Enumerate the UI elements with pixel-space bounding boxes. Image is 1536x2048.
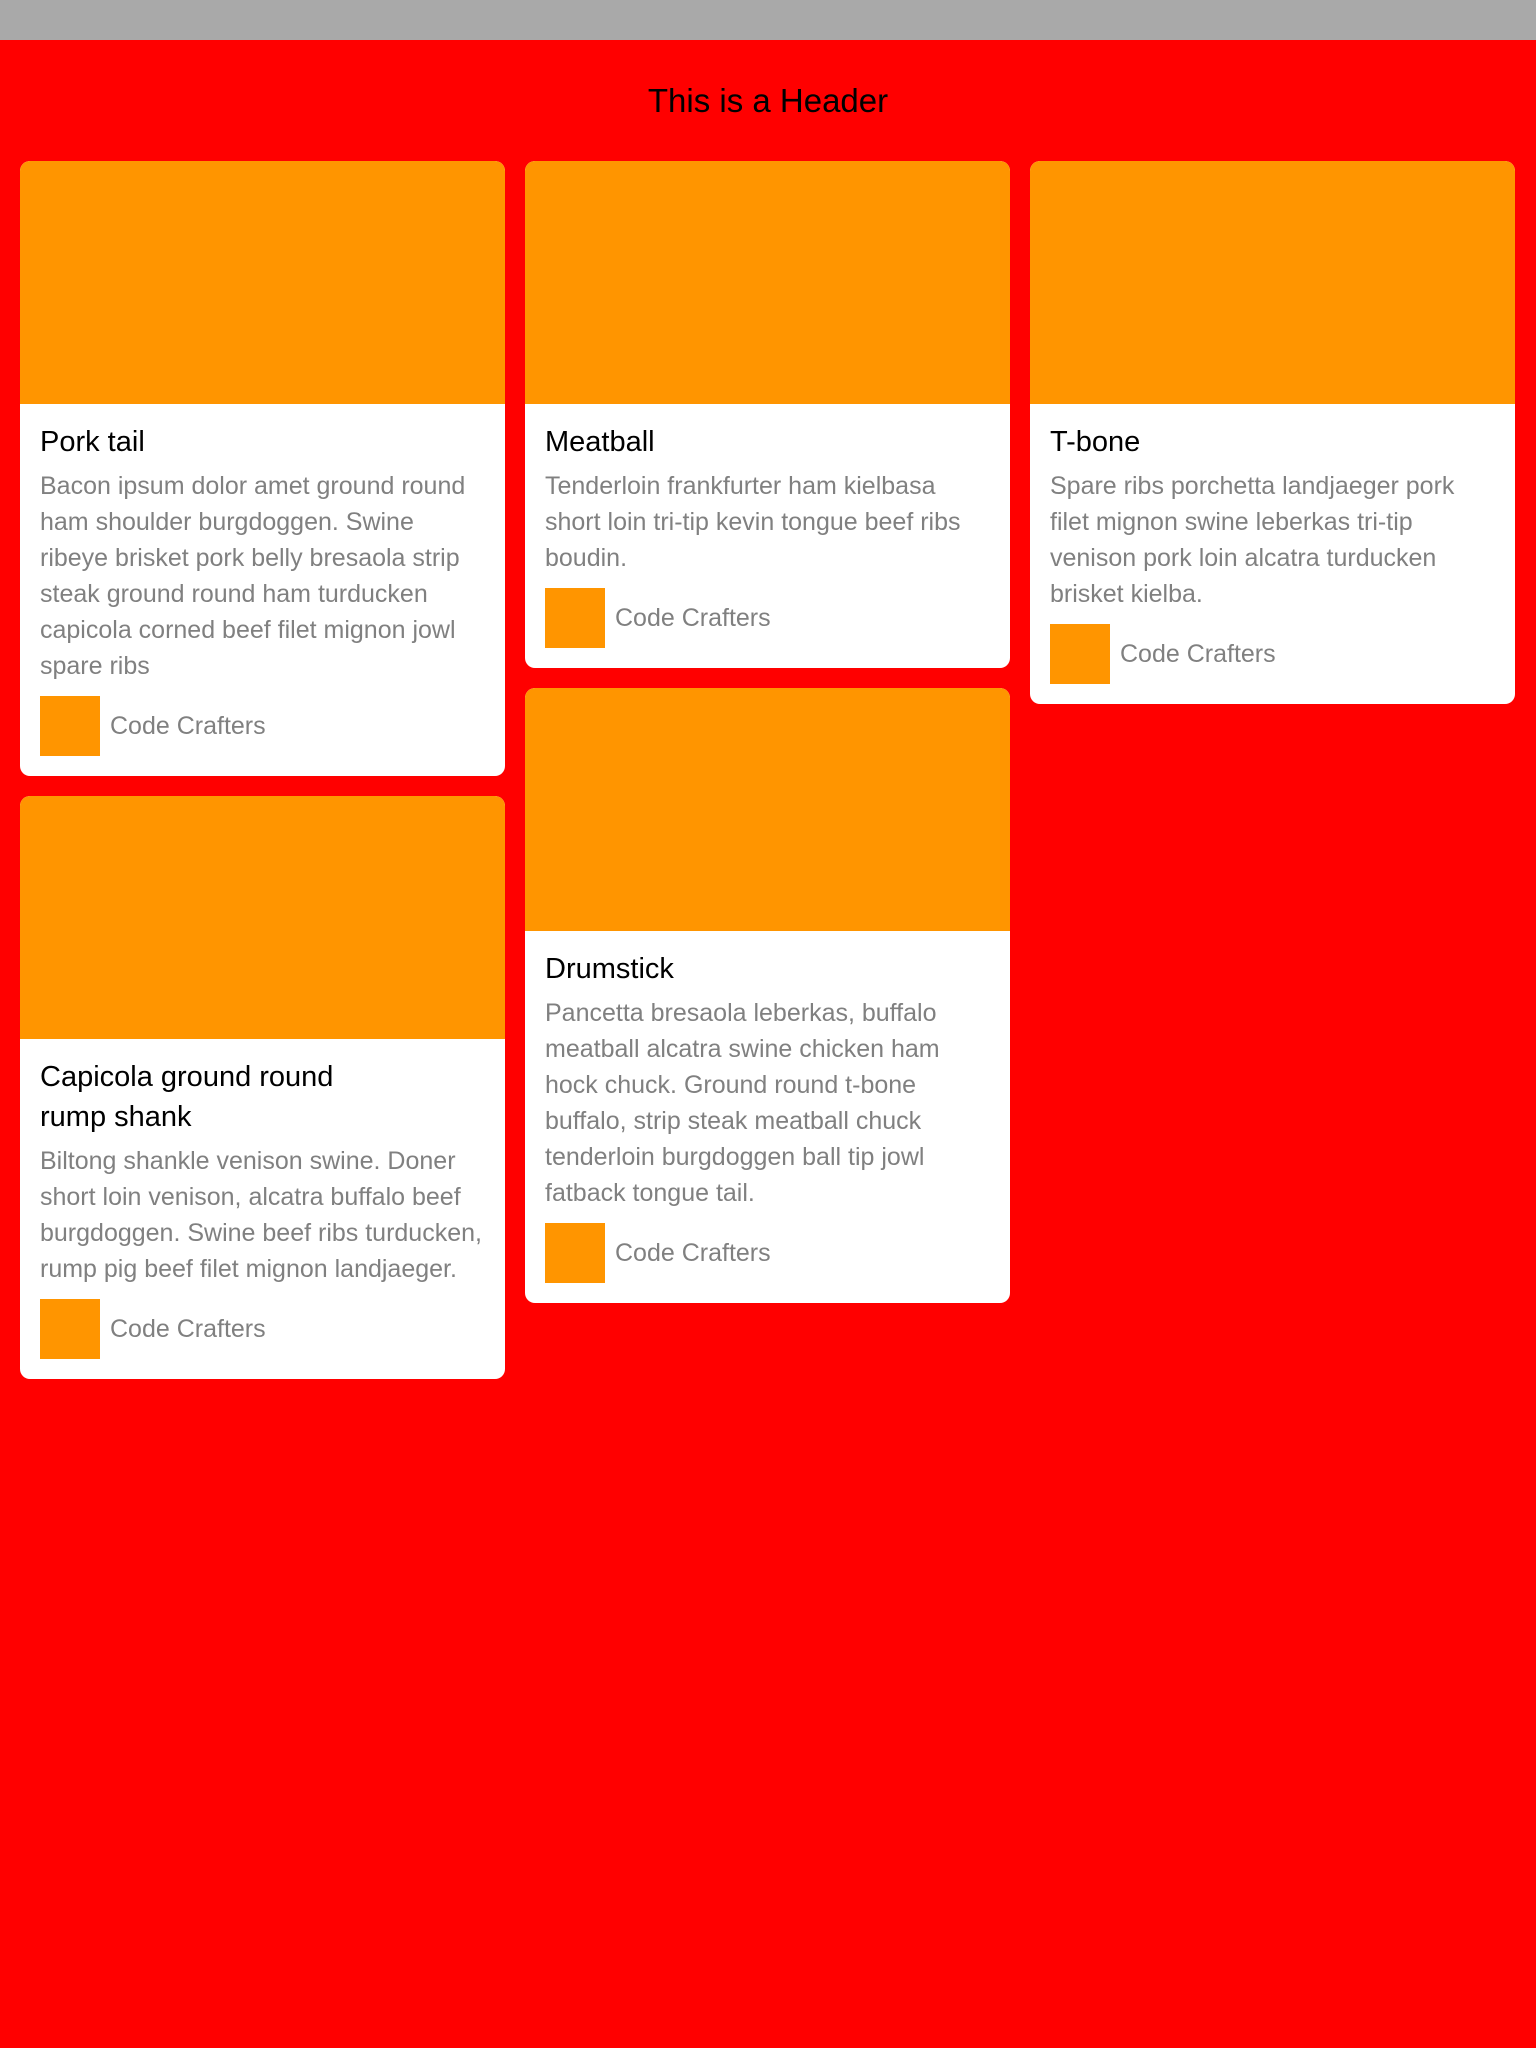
status-bar — [0, 0, 1536, 40]
card-image — [525, 161, 1010, 404]
card-title: Capicola ground round rump shank — [40, 1061, 334, 1133]
card-body: T-bone Spare ribs porchetta landjaeger p… — [1030, 404, 1515, 704]
author-avatar — [1050, 624, 1110, 684]
card-body: Pork tail Bacon ipsum dolor amet ground … — [20, 404, 505, 776]
author-name: Code Crafters — [110, 1314, 266, 1343]
masonry-column-2: Meatball Tenderloin frankfurter ham kiel… — [525, 161, 1010, 1303]
card-text: Spare ribs porchetta landjaeger pork fil… — [1050, 472, 1455, 608]
author-avatar — [545, 1223, 605, 1283]
card-body: Meatball Tenderloin frankfurter ham kiel… — [525, 404, 1010, 668]
card-image — [1030, 161, 1515, 404]
author-name: Code Crafters — [110, 711, 266, 740]
card-text: Pancetta bresaola leberkas, buffalo meat… — [545, 999, 940, 1207]
card-footer: Code Crafters — [545, 1223, 990, 1283]
card-footer: Code Crafters — [40, 1299, 485, 1359]
card-text: Bacon ipsum dolor amet ground round ham … — [40, 472, 466, 680]
card-text: Biltong shankle venison swine. Doner sho… — [40, 1147, 482, 1283]
card-footer: Code Crafters — [545, 588, 990, 648]
masonry-column-3: T-bone Spare ribs porchetta landjaeger p… — [1030, 161, 1515, 704]
card-title: Meatball — [545, 426, 655, 458]
card-pork-tail[interactable]: Pork tail Bacon ipsum dolor amet ground … — [20, 161, 505, 776]
card-title: Drumstick — [545, 953, 674, 985]
card-image — [20, 796, 505, 1039]
card-meatball[interactable]: Meatball Tenderloin frankfurter ham kiel… — [525, 161, 1010, 668]
card-text: Tenderloin frankfurter ham kielbasa shor… — [545, 472, 961, 572]
author-name: Code Crafters — [1120, 639, 1276, 668]
card-title: T-bone — [1050, 426, 1141, 458]
author-avatar — [545, 588, 605, 648]
card-body: Capicola ground round rump shank Biltong… — [20, 1039, 505, 1379]
card-footer: Code Crafters — [40, 696, 485, 756]
card-image — [525, 688, 1010, 931]
author-avatar — [40, 696, 100, 756]
card-body: Drumstick Pancetta bresaola leberkas, bu… — [525, 931, 1010, 1303]
author-avatar — [40, 1299, 100, 1359]
masonry-column-1: Pork tail Bacon ipsum dolor amet ground … — [20, 161, 505, 1379]
page-header: This is a Header — [647, 82, 889, 119]
card-capicola[interactable]: Capicola ground round rump shank Biltong… — [20, 796, 505, 1379]
card-drumstick[interactable]: Drumstick Pancetta bresaola leberkas, bu… — [525, 688, 1010, 1303]
card-image — [20, 161, 505, 404]
card-footer: Code Crafters — [1050, 624, 1495, 684]
author-name: Code Crafters — [615, 1238, 771, 1267]
card-t-bone[interactable]: T-bone Spare ribs porchetta landjaeger p… — [1030, 161, 1515, 704]
card-title: Pork tail — [40, 426, 145, 458]
author-name: Code Crafters — [615, 603, 771, 632]
